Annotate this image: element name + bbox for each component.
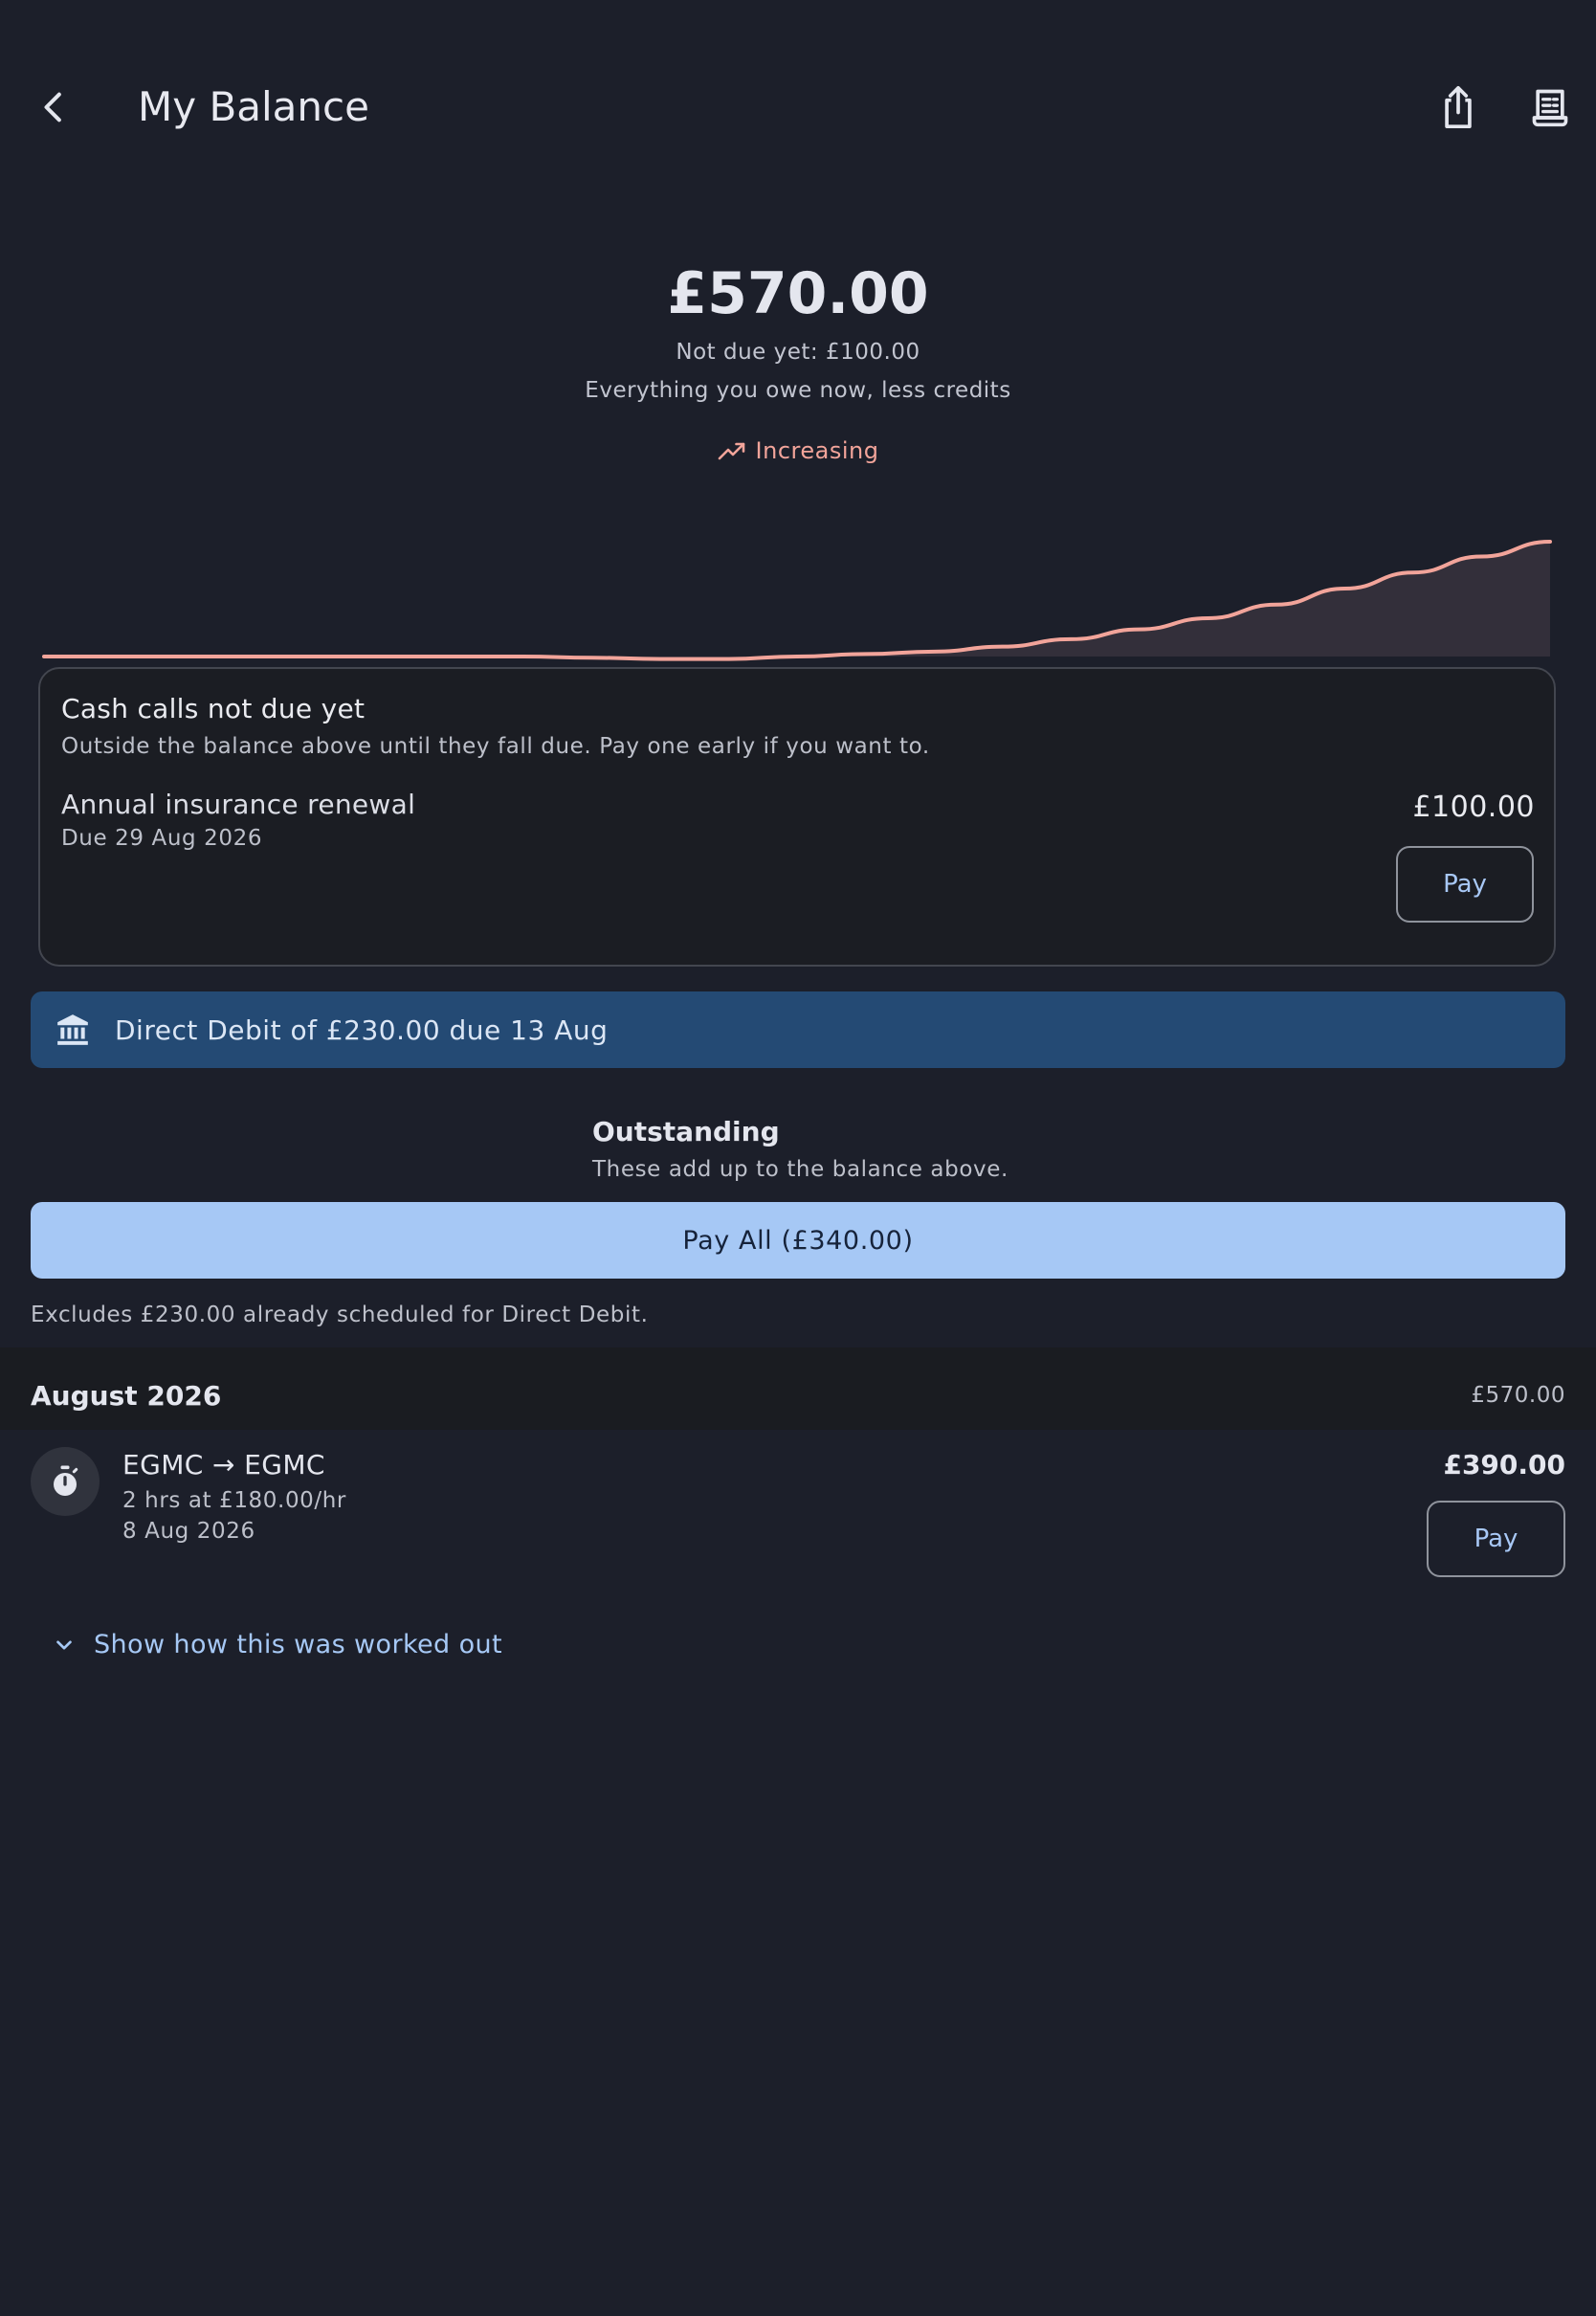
transaction-avatar — [31, 1447, 100, 1516]
cash-calls-subtitle: Outside the balance above until they fal… — [61, 734, 930, 759]
timer-icon — [54, 1465, 78, 1496]
trend-indicator: Increasing — [0, 435, 1596, 466]
transaction-date: 8 Aug 2026 — [122, 1519, 255, 1544]
not-due-amount: Not due yet: £100.00 — [676, 340, 920, 365]
direct-debit-banner[interactable]: Direct Debit of £230.00 due 13 Aug — [31, 991, 1565, 1068]
chevron-left-icon — [44, 92, 61, 122]
month-header — [0, 1347, 1596, 1430]
trend-label: Increasing — [755, 437, 879, 464]
cash-call-amount: £100.00 — [1412, 791, 1535, 824]
receipt-button[interactable] — [1512, 69, 1588, 145]
cash-calls-title: Cash calls not due yet — [61, 693, 366, 724]
pay-all-button[interactable]: Pay All (£340.00) — [31, 1202, 1565, 1279]
month-total: £570.00 — [1471, 1383, 1565, 1408]
show-details-label: Show how this was worked out — [94, 1630, 502, 1659]
trending-up-icon — [718, 442, 744, 460]
balance-amount: £570.00 — [667, 260, 929, 327]
transaction-pay-button[interactable]: Pay — [1427, 1501, 1565, 1577]
month-label: August 2026 — [31, 1380, 222, 1412]
share-button[interactable] — [1420, 69, 1496, 145]
balance-description: Everything you owe now, less credits — [585, 378, 1011, 403]
show-details-toggle[interactable]: Show how this was worked out — [54, 1627, 502, 1663]
chevron-down-icon — [56, 1640, 72, 1650]
excludes-note: Excludes £230.00 already scheduled for D… — [31, 1303, 649, 1327]
transaction-amount: £390.00 — [1443, 1449, 1565, 1481]
back-button[interactable] — [15, 69, 92, 145]
sparkline-area — [44, 542, 1550, 659]
balance-sparkline — [42, 540, 1552, 661]
cash-call-name: Annual insurance renewal — [61, 789, 416, 820]
transaction-title: EGMC → EGMC — [122, 1449, 325, 1481]
direct-debit-text: Direct Debit of £230.00 due 13 Aug — [115, 1013, 609, 1046]
bank-icon — [54, 1011, 92, 1049]
cash-call-pay-button[interactable]: Pay — [1396, 846, 1534, 923]
outstanding-subtitle: These add up to the balance above. — [592, 1157, 1009, 1182]
outstanding-title: Outstanding — [592, 1116, 780, 1147]
share-icon — [1445, 86, 1472, 129]
page-title: My Balance — [138, 83, 369, 130]
cash-call-due-date: Due 29 Aug 2026 — [61, 826, 263, 851]
receipt-icon — [1532, 89, 1568, 127]
transaction-detail: 2 hrs at £180.00/hr — [122, 1488, 346, 1513]
